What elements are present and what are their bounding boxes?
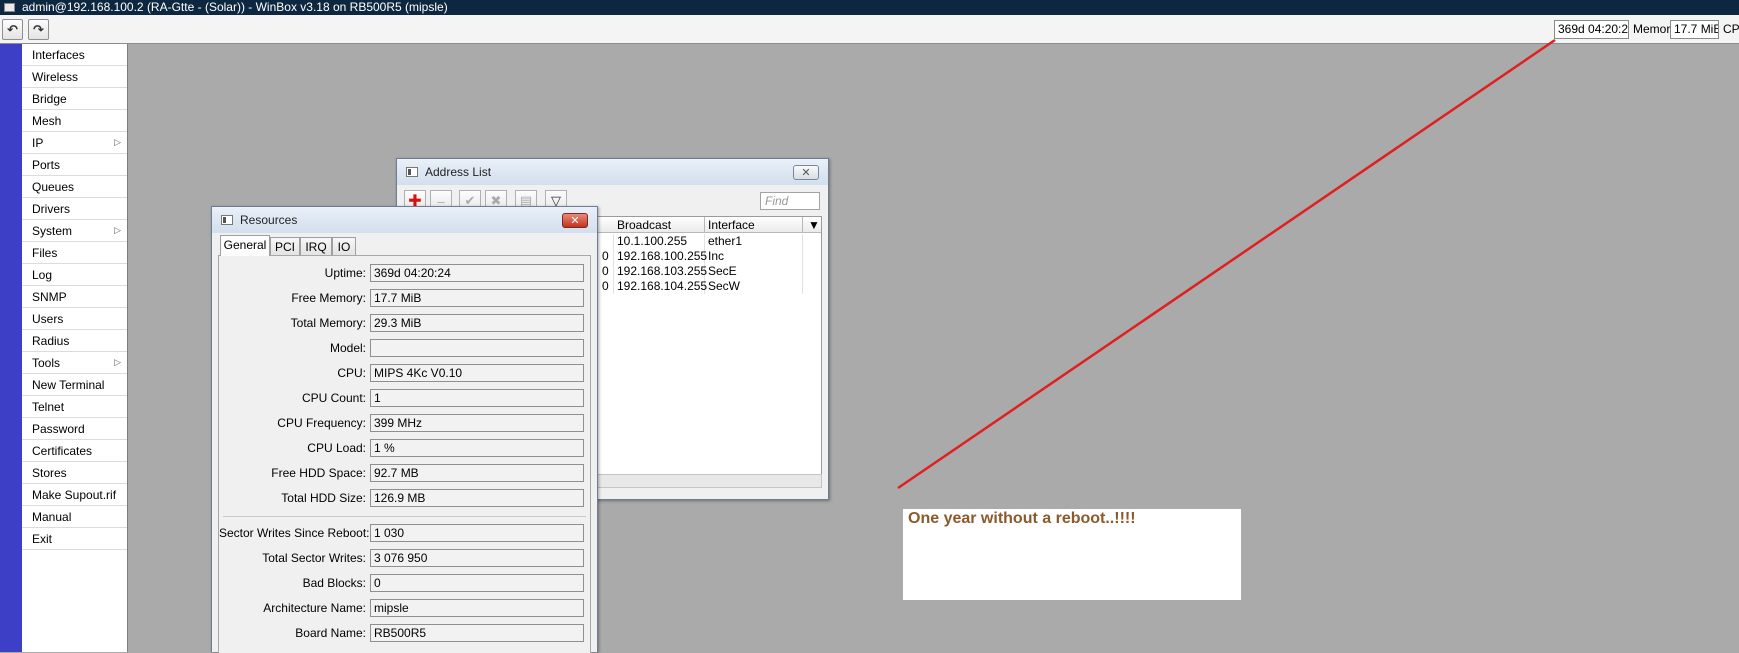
menu-item-manual[interactable]: Manual	[22, 506, 127, 528]
menu-item-interfaces[interactable]: Interfaces	[22, 44, 127, 66]
resources-title: Resources	[240, 213, 298, 227]
field-cpu-load: CPU Load: 1 %	[219, 439, 590, 458]
window-icon	[406, 167, 418, 177]
window-title-bar: admin@192.168.100.2 (RA-Gtte - (Solar)) …	[0, 0, 1739, 15]
undo-button[interactable]: ↶	[2, 19, 23, 40]
cpu-status-label: CP	[1723, 22, 1739, 36]
column-header-broadcast[interactable]: Broadcast	[614, 217, 705, 233]
menu-item-system[interactable]: System ▷	[22, 220, 127, 242]
field-total-memory: Total Memory: 29.3 MiB	[219, 314, 590, 333]
field-architecture-name: Architecture Name: mipsle	[219, 599, 590, 618]
menu-item-telnet[interactable]: Telnet	[22, 396, 127, 418]
field-total-sector-writes: Total Sector Writes: 3 076 950	[219, 549, 590, 568]
menu-item-mesh[interactable]: Mesh	[22, 110, 127, 132]
field-board-name: Board Name: RB500R5	[219, 624, 590, 643]
tab-pci[interactable]: PCI	[270, 237, 300, 256]
window-title: admin@192.168.100.2 (RA-Gtte - (Solar)) …	[22, 0, 448, 14]
tab-general[interactable]: General	[220, 235, 270, 256]
tab-io[interactable]: IO	[332, 237, 356, 256]
menu-item-tools[interactable]: Tools ▷	[22, 352, 127, 374]
column-header-interface[interactable]: Interface	[705, 217, 803, 233]
redo-button[interactable]: ↷	[28, 19, 49, 40]
menu-item-drivers[interactable]: Drivers	[22, 198, 127, 220]
column-chooser-button[interactable]: ▼	[803, 217, 823, 233]
submenu-arrow-icon: ▷	[114, 357, 121, 367]
field-free-hdd-space: Free HDD Space: 92.7 MB	[219, 464, 590, 483]
address-list-close-button[interactable]: ✕	[793, 165, 819, 180]
field-sector-writes-since-reboot: Sector Writes Since Reboot: 1 030	[219, 524, 590, 543]
menu-item-certificates[interactable]: Certificates	[22, 440, 127, 462]
resources-window: Resources ✕ General PCI IRQ IO Uptime: 3…	[211, 206, 598, 653]
menu-item-snmp[interactable]: SNMP	[22, 286, 127, 308]
menu-item-radius[interactable]: Radius	[22, 330, 127, 352]
main-menu: Interfaces Wireless Bridge Mesh IP ▷ Port…	[22, 44, 128, 652]
menu-item-log[interactable]: Log	[22, 264, 127, 286]
submenu-arrow-icon: ▷	[114, 225, 121, 235]
close-icon: ✕	[570, 214, 580, 227]
field-total-hdd-size: Total HDD Size: 126.9 MB	[219, 489, 590, 508]
resources-title-bar[interactable]: Resources ✕	[212, 207, 597, 233]
app-icon	[4, 3, 15, 12]
find-input[interactable]: Find	[760, 192, 820, 210]
tab-irq[interactable]: IRQ	[300, 237, 332, 256]
menu-item-files[interactable]: Files	[22, 242, 127, 264]
field-model: Model:	[219, 339, 590, 358]
menu-item-make-supout[interactable]: Make Supout.rif	[22, 484, 127, 506]
menu-item-stores[interactable]: Stores	[22, 462, 127, 484]
annotation-text: One year without a reboot..!!!!	[908, 510, 1136, 527]
undo-icon: ↶	[7, 21, 18, 37]
resources-tabs: General PCI IRQ IO	[212, 235, 597, 256]
dropdown-arrow-icon: ▼	[808, 218, 820, 232]
field-bad-blocks: Bad Blocks: 0	[219, 574, 590, 593]
menu-item-users[interactable]: Users	[22, 308, 127, 330]
field-cpu-frequency: CPU Frequency: 399 MHz	[219, 414, 590, 433]
menu-item-queues[interactable]: Queues	[22, 176, 127, 198]
resources-close-button[interactable]: ✕	[562, 213, 588, 228]
memory-status: 17.7 MiB	[1670, 20, 1719, 39]
uptime-status: 369d 04:20:24	[1554, 20, 1629, 39]
menu-item-ip[interactable]: IP ▷	[22, 132, 127, 154]
field-free-memory: Free Memory: 17.7 MiB	[219, 289, 590, 308]
field-cpu: CPU: MIPS 4Kc V0.10	[219, 364, 590, 383]
close-icon: ✕	[801, 166, 811, 179]
menu-item-password[interactable]: Password	[22, 418, 127, 440]
menu-item-exit[interactable]: Exit	[22, 528, 127, 550]
address-list-title-bar[interactable]: Address List ✕	[397, 159, 828, 185]
redo-icon: ↷	[33, 21, 44, 37]
menu-item-new-terminal[interactable]: New Terminal	[22, 374, 127, 396]
annotation-note: One year without a reboot..!!!!	[903, 509, 1241, 600]
menu-item-ports[interactable]: Ports	[22, 154, 127, 176]
field-uptime: Uptime: 369d 04:20:24	[219, 264, 590, 283]
general-tab-panel: Uptime: 369d 04:20:24 Free Memory: 17.7 …	[218, 255, 591, 653]
menu-item-wireless[interactable]: Wireless	[22, 66, 127, 88]
submenu-arrow-icon: ▷	[114, 137, 121, 147]
menu-item-bridge[interactable]: Bridge	[22, 88, 127, 110]
address-list-title: Address List	[425, 165, 492, 179]
field-cpu-count: CPU Count: 1	[219, 389, 590, 408]
window-icon	[221, 215, 233, 225]
section-divider	[223, 516, 586, 517]
main-toolbar: ↶ ↷ 369d 04:20:24 Memory: 17.7 MiB CP	[0, 15, 1739, 44]
winbox-side-strip	[0, 44, 22, 652]
